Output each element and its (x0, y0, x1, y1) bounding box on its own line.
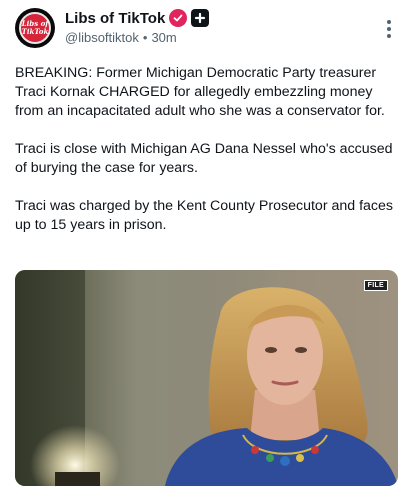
meta-separator: • (142, 30, 148, 45)
post-image[interactable]: FILE (15, 270, 398, 486)
post: Libs of TikTok Libs of TikTok @libsoftik… (0, 0, 413, 500)
verified-badge-icon (169, 9, 188, 27)
avatar-logo: Libs of TikTok (19, 12, 51, 44)
photo-illustration (15, 270, 398, 486)
post-paragraph: Traci was charged by the Kent County Pro… (15, 198, 394, 233)
plus-badge-icon (191, 9, 210, 27)
file-tag: FILE (363, 280, 388, 291)
name-row: Libs of TikTok (65, 9, 210, 27)
timestamp[interactable]: 30m (151, 30, 176, 45)
display-name[interactable]: Libs of TikTok (65, 10, 165, 27)
post-header: Libs of TikTok Libs of TikTok @libsoftik… (15, 8, 400, 52)
avatar[interactable]: Libs of TikTok (15, 8, 55, 48)
post-text: BREAKING: Former Michigan Democratic Par… (15, 64, 400, 235)
post-paragraph: Traci is close with Michigan AG Dana Nes… (15, 141, 393, 176)
post-paragraph: BREAKING: Former Michigan Democratic Par… (15, 65, 385, 119)
handle[interactable]: @libsoftiktok (65, 30, 139, 45)
avatar-text-line2: TikTok (21, 27, 49, 36)
more-options-icon[interactable] (386, 20, 392, 38)
meta-row: @libsoftiktok • 30m (65, 30, 177, 45)
